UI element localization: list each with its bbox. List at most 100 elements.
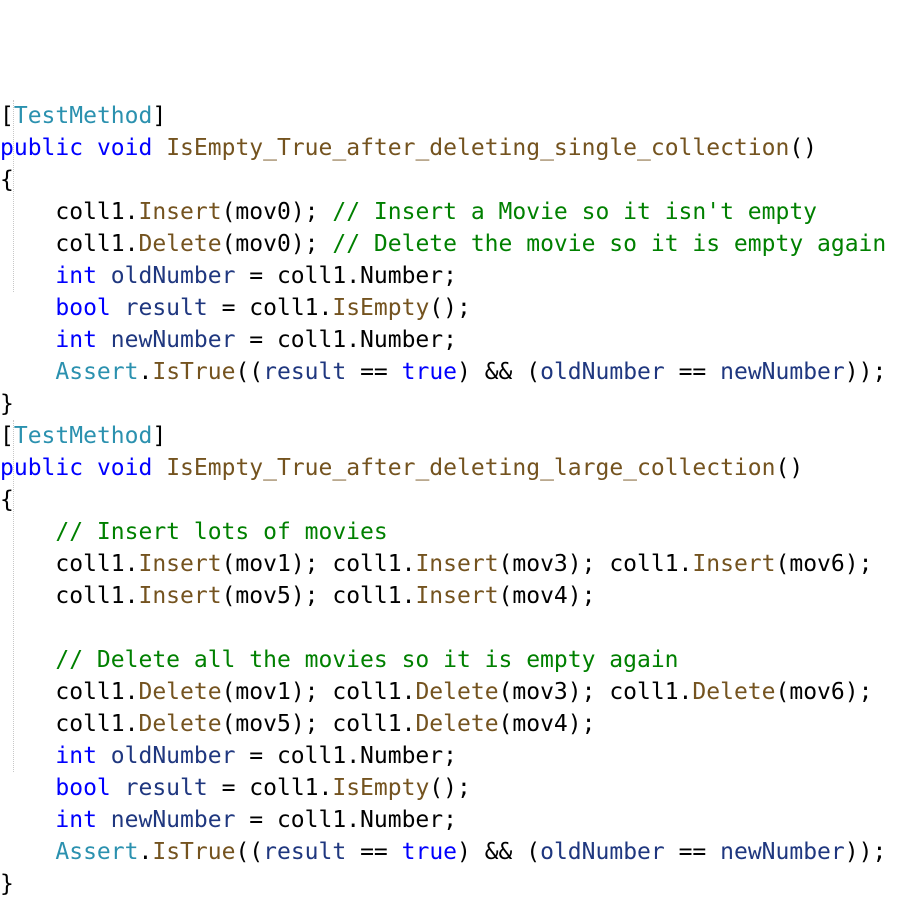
code-token-plain: coll1. [0, 583, 139, 609]
code-token-plain: == [664, 359, 721, 385]
code-token-plain: (); [429, 775, 471, 801]
code-token-method: IsEmpty [332, 295, 430, 321]
code-token-method: Insert [415, 551, 499, 577]
code-token-method: Delete [415, 679, 499, 705]
code-token-keyword: true [401, 359, 458, 385]
code-token-method: IsEmpty_True_after_deleting_single_colle… [166, 135, 790, 161]
code-token-plain: } [0, 391, 14, 417]
code-line: { [0, 484, 914, 516]
code-token-plain: (( [235, 839, 264, 865]
code-token-plain: = coll1. [207, 295, 333, 321]
code-token-keyword: void [96, 135, 153, 161]
code-token-plain: )); [844, 359, 887, 385]
code-line: coll1.Insert(mov0); // Insert a Movie so… [0, 196, 914, 228]
code-token-local: newNumber [110, 807, 236, 833]
code-token-local: oldNumber [110, 263, 236, 289]
code-token-method: Insert [692, 551, 776, 577]
code-token-comment: // Insert lots of movies [55, 519, 388, 545]
code-token-plain: { [0, 167, 14, 193]
code-line: bool result = coll1.IsEmpty(); [0, 772, 914, 804]
code-token-plain: (mov0); [221, 199, 333, 225]
code-token-type: Assert [55, 359, 139, 385]
code-token-plain: coll1. [0, 551, 139, 577]
code-token-plain: == [346, 359, 402, 385]
code-token-plain: . [138, 839, 153, 865]
code-line: coll1.Delete(mov1); coll1.Delete(mov3); … [0, 676, 914, 708]
code-token-local: oldNumber [540, 359, 665, 385]
code-line: } [0, 388, 914, 420]
code-token-method: IsTrue [152, 359, 236, 385]
code-token-plain: ] [152, 423, 167, 449]
code-token-plain: . [138, 359, 153, 385]
code-token-comment: // Delete the movie so it is empty again [332, 231, 887, 257]
code-token-keyword: public [0, 135, 84, 161]
code-token-comment: // Insert a Movie so it isn't empty [332, 199, 818, 225]
code-token-keyword: int [55, 743, 97, 769]
code-line: bool result = coll1.IsEmpty(); [0, 292, 914, 324]
code-token-plain: ) && ( [457, 839, 541, 865]
code-line: [TestMethod] [0, 100, 914, 132]
code-token-plain: ] [152, 103, 167, 129]
code-line: Assert.IsTrue((result == true) && (oldNu… [0, 356, 914, 388]
code-token-method: Delete [138, 231, 222, 257]
code-token-plain: [ [0, 103, 14, 129]
code-token-method: Delete [138, 711, 222, 737]
code-token-method: Delete [692, 679, 776, 705]
code-token-type: TestMethod [13, 103, 153, 129]
code-line: [TestMethod] [0, 420, 914, 452]
code-line: coll1.Delete(mov0); // Delete the movie … [0, 228, 914, 260]
code-token-plain: (mov0); [221, 231, 333, 257]
code-token-plain: (mov1); coll1. [221, 551, 416, 577]
code-line: int newNumber = coll1.Number; [0, 324, 914, 356]
code-token-local: result [263, 839, 347, 865]
code-line: // Delete all the movies so it is empty … [0, 644, 914, 676]
code-token-keyword: bool [55, 295, 111, 321]
code-token-plain: (mov3); coll1. [498, 679, 693, 705]
code-token-plain: (); [429, 295, 471, 321]
code-token-plain: = coll1.Number; [235, 743, 457, 769]
code-token-plain: () [775, 455, 804, 481]
code-token-method: Delete [415, 711, 499, 737]
code-token-keyword: int [55, 263, 97, 289]
code-token-comment: // Delete all the movies so it is empty … [55, 647, 679, 673]
code-line: // Insert lots of movies [0, 516, 914, 548]
code-token-keyword: true [401, 839, 458, 865]
code-token-local: result [263, 359, 347, 385]
code-token-plain: coll1. [0, 711, 139, 737]
code-token-type: Assert [55, 839, 139, 865]
code-token-keyword: void [96, 455, 153, 481]
code-token-plain: (mov5); coll1. [221, 583, 416, 609]
code-token-plain: (mov5); coll1. [221, 711, 416, 737]
code-token-plain: )); [844, 839, 887, 865]
code-token-method: IsTrue [152, 839, 236, 865]
code-line: int oldNumber = coll1.Number; [0, 260, 914, 292]
code-line: int newNumber = coll1.Number; [0, 804, 914, 836]
code-token-method: Insert [138, 583, 222, 609]
code-token-plain: coll1. [0, 231, 139, 257]
code-token-local: oldNumber [110, 743, 236, 769]
code-editor[interactable]: [TestMethod] public void IsEmpty_True_aft… [0, 4, 914, 897]
code-token-plain: == [664, 839, 721, 865]
code-line: coll1.Delete(mov5); coll1.Delete(mov4); [0, 708, 914, 740]
code-token-plain: = coll1.Number; [235, 263, 457, 289]
code-line: Assert.IsTrue((result == true) && (oldNu… [0, 836, 914, 868]
code-token-local: newNumber [720, 359, 845, 385]
code-line: coll1.Insert(mov5); coll1.Insert(mov4); [0, 580, 914, 612]
